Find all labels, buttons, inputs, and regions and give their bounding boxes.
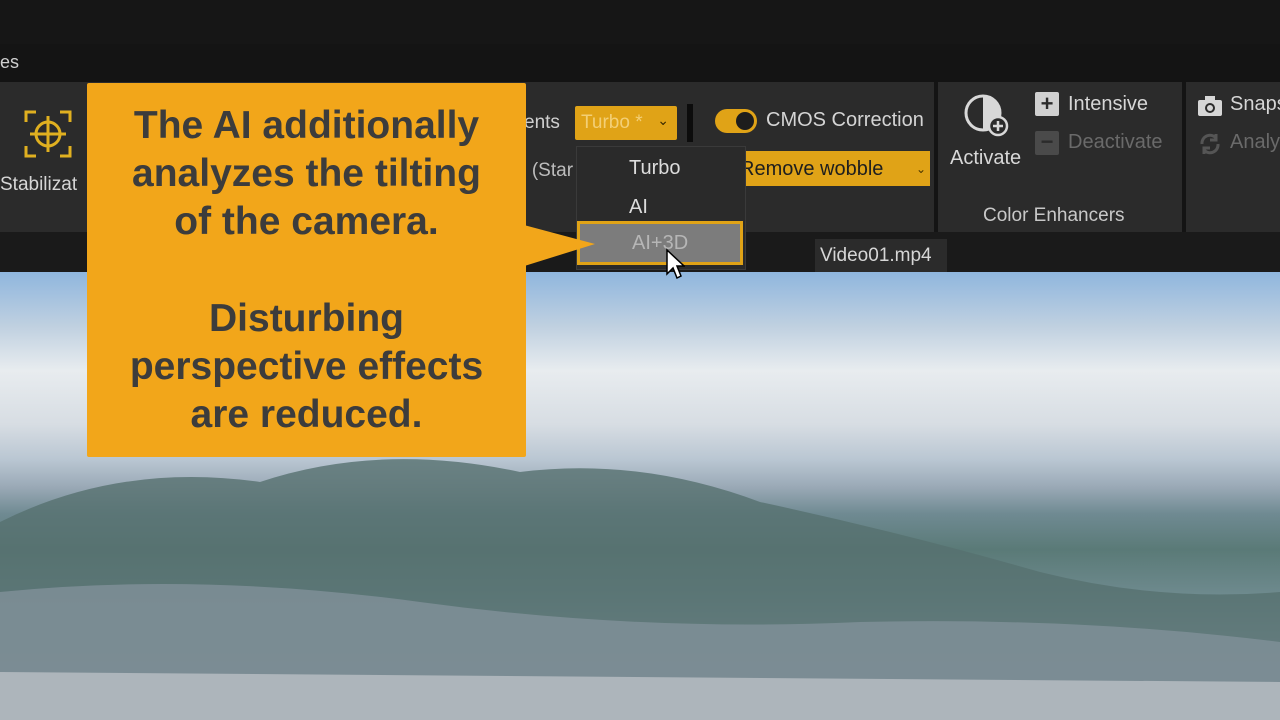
analyze-button-label: Analy [1230,131,1280,153]
activate-button-label[interactable]: Activate [950,147,1021,170]
stabilization-target-icon[interactable] [22,108,74,160]
menu-item[interactable]: es [0,52,19,73]
cmos-toggle[interactable] [715,109,757,133]
camera-icon[interactable] [1197,95,1223,117]
callout-line: Disturbing [209,297,404,340]
callout-pointer [505,220,595,272]
cmos-mode-select[interactable]: Remove wobble ⌄ [736,151,930,186]
activate-color-icon[interactable] [963,93,1011,141]
snapshot-button-label[interactable]: Snaps [1230,93,1280,116]
mode-select-value: Turbo * [581,112,643,133]
mode-select[interactable]: Turbo * ⌄ [575,106,677,140]
deactivate-button-label: Deactivate [1068,131,1163,153]
menu-item-ai-3d[interactable]: AI+3D [577,221,743,265]
menu-item-ai[interactable]: AI [629,196,648,219]
callout-line: are reduced. [190,393,423,436]
file-tab-label: Video01.mp4 [820,245,932,266]
chevron-down-icon: ⌄ [657,112,669,128]
minus-icon: − [1035,131,1059,155]
plus-icon[interactable]: + [1035,92,1059,116]
analyze-icon [1200,133,1220,155]
menu-item-turbo[interactable]: Turbo [629,157,681,180]
file-tab[interactable]: Video01.mp4 [815,239,947,272]
intensive-button-label[interactable]: Intensive [1068,93,1148,116]
ribbon-separator [1182,82,1186,232]
color-enhancers-group-label: Color Enhancers [983,205,1125,226]
callout-line: analyzes the tilting [132,152,481,195]
ribbon-separator [934,82,938,232]
callout-line: perspective effects [129,345,484,388]
menu-bar [0,44,1280,80]
mode-dropdown-menu: Turbo AI AI+3D [576,146,746,270]
cmos-mode-value: Remove wobble [740,158,884,180]
stabilization-label: Stabilizat [0,174,78,195]
callout-line: of the camera. [174,200,439,243]
chevron-down-icon: ⌄ [915,162,926,176]
movements-label: ents [524,112,560,133]
mouse-cursor-icon [666,248,685,280]
ribbon-divider [687,104,693,142]
cmos-correction-label: CMOS Correction [766,109,924,131]
title-bar [0,0,1280,44]
toggle-knob [736,112,754,130]
callout-line: The AI additionally [133,104,480,147]
tutorial-callout: The AI additionally analyzes the tilting… [87,83,526,457]
